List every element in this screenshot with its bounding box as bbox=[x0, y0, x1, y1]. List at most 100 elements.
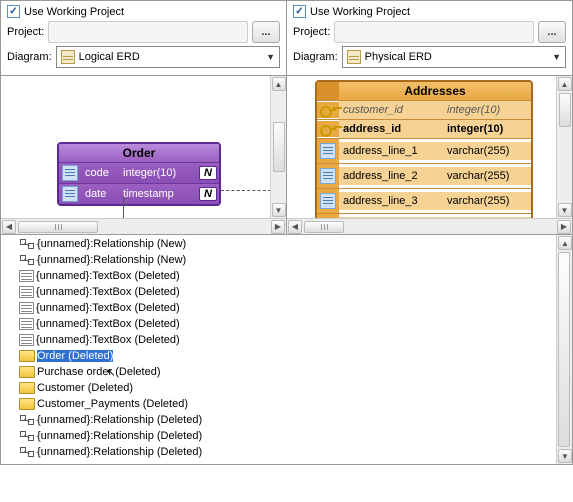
tree-item[interactable]: {unnamed}:TextBox (Deleted) bbox=[3, 332, 554, 348]
vertical-scrollbar[interactable]: ▲ ▼ bbox=[556, 76, 572, 218]
left-panel: ✓ Use Working Project Project: ... Diagr… bbox=[1, 1, 287, 75]
cursor-icon: ↖ bbox=[107, 366, 116, 379]
right-canvas[interactable]: Addresses customer_idinteger(10)address_… bbox=[287, 76, 572, 234]
tree-item[interactable]: {unnamed}:Relationship (New) bbox=[3, 252, 554, 268]
tree-item[interactable]: {unnamed}:Relationship (New) bbox=[3, 236, 554, 252]
tree-item[interactable]: {unnamed}:Relationship (Deleted) bbox=[3, 428, 554, 444]
tree-item[interactable]: {unnamed}:Relationship (Deleted) bbox=[3, 412, 554, 428]
column-type: varchar(255) bbox=[443, 167, 531, 185]
entity-column-row[interactable]: datetimestampN bbox=[59, 183, 219, 204]
use-working-checkbox[interactable]: ✓ bbox=[293, 5, 306, 18]
tree-item-label: {unnamed}:Relationship (Deleted) bbox=[37, 414, 202, 426]
horizontal-scrollbar[interactable]: ◀ ▶ bbox=[287, 218, 572, 234]
column-icon bbox=[320, 193, 336, 209]
tree-item-label: {unnamed}:TextBox (Deleted) bbox=[36, 334, 180, 346]
project-input[interactable] bbox=[334, 21, 534, 43]
tree-item-label: {unnamed}:Relationship (Deleted) bbox=[37, 446, 202, 458]
diagram-label: Diagram: bbox=[7, 51, 52, 63]
left-canvas[interactable]: Order codeinteger(10)NdatetimestampN ▲ ▼… bbox=[1, 76, 287, 234]
textbox-icon bbox=[19, 334, 34, 346]
textbox-icon bbox=[19, 286, 34, 298]
tree-item-label: Order (Deleted) bbox=[37, 350, 113, 362]
column-name: customer_id bbox=[339, 101, 443, 119]
tree-item-label: {unnamed}:TextBox (Deleted) bbox=[36, 318, 180, 330]
entity-icon bbox=[19, 350, 35, 362]
entity-icon bbox=[19, 382, 35, 394]
project-input[interactable] bbox=[48, 21, 248, 43]
scroll-thumb[interactable] bbox=[18, 221, 98, 233]
nullable-badge: N bbox=[199, 166, 217, 180]
changes-tree[interactable]: {unnamed}:Relationship (New) {unnamed}:Re… bbox=[1, 235, 556, 464]
browse-project-button[interactable]: ... bbox=[538, 21, 566, 43]
vertical-scrollbar[interactable]: ▲ ▼ bbox=[270, 76, 286, 218]
scroll-thumb[interactable] bbox=[559, 93, 571, 127]
tree-item[interactable]: Customer (Deleted) bbox=[3, 380, 554, 396]
tree-item-label: {unnamed}:Relationship (New) bbox=[37, 254, 186, 266]
column-icon bbox=[62, 186, 78, 202]
diagram-combo[interactable]: Logical ERD ▼ bbox=[56, 46, 280, 68]
scroll-down-icon[interactable]: ▼ bbox=[558, 449, 572, 463]
scroll-down-icon[interactable]: ▼ bbox=[272, 203, 286, 217]
textbox-icon bbox=[19, 318, 34, 330]
column-name: code bbox=[81, 164, 119, 182]
scroll-up-icon[interactable]: ▲ bbox=[558, 77, 572, 91]
entity-column-row[interactable]: customer_idinteger(10) bbox=[317, 100, 531, 119]
tree-item[interactable]: {unnamed}:TextBox (Deleted) bbox=[3, 284, 554, 300]
diagram-label: Diagram: bbox=[293, 51, 338, 63]
entity-order[interactable]: Order codeinteger(10)NdatetimestampN bbox=[57, 142, 221, 206]
scroll-right-icon[interactable]: ▶ bbox=[271, 220, 285, 234]
relationship-icon bbox=[19, 253, 35, 267]
scroll-down-icon[interactable]: ▼ bbox=[558, 203, 572, 217]
entity-column-row[interactable]: address_idinteger(10) bbox=[317, 119, 531, 138]
use-working-label: Use Working Project bbox=[24, 6, 124, 18]
scroll-thumb[interactable] bbox=[304, 221, 344, 233]
tree-item[interactable]: {unnamed}:TextBox (Deleted) bbox=[3, 268, 554, 284]
scroll-thumb[interactable] bbox=[558, 252, 570, 447]
use-working-label: Use Working Project bbox=[310, 6, 410, 18]
tree-item[interactable]: Purchase order (Deleted)↖ bbox=[3, 364, 554, 380]
tree-item[interactable]: Customer_Payments (Deleted) bbox=[3, 396, 554, 412]
entity-column-row[interactable]: address_line_3varchar(255) bbox=[317, 188, 531, 213]
chevron-down-icon: ▼ bbox=[552, 52, 561, 62]
foreign-key-icon bbox=[320, 104, 336, 116]
tree-item-label: Purchase order (Deleted) bbox=[37, 366, 161, 378]
tree-item[interactable]: {unnamed}:Relationship (Deleted) bbox=[3, 444, 554, 460]
scroll-right-icon[interactable]: ▶ bbox=[557, 220, 571, 234]
scroll-left-icon[interactable]: ◀ bbox=[2, 220, 16, 234]
column-name: address_id bbox=[339, 120, 443, 138]
textbox-icon bbox=[19, 302, 34, 314]
horizontal-scrollbar[interactable]: ◀ ▶ bbox=[1, 218, 286, 234]
diagram-combo[interactable]: Physical ERD ▼ bbox=[342, 46, 566, 68]
scroll-up-icon[interactable]: ▲ bbox=[272, 77, 286, 91]
tree-item-label: {unnamed}:Relationship (New) bbox=[37, 238, 186, 250]
relationship-icon bbox=[19, 413, 35, 427]
column-icon bbox=[320, 143, 336, 159]
entity-column-row[interactable]: address_line_2varchar(255) bbox=[317, 163, 531, 188]
tree-item-label: Customer (Deleted) bbox=[37, 382, 133, 394]
tree-item[interactable]: {unnamed}:TextBox (Deleted) bbox=[3, 300, 554, 316]
entity-column-row[interactable]: codeinteger(10)N bbox=[59, 162, 219, 183]
tree-item[interactable]: Order (Deleted) bbox=[3, 348, 554, 364]
entity-title: Order bbox=[59, 144, 219, 162]
chevron-down-icon: ▼ bbox=[266, 52, 275, 62]
browse-project-button[interactable]: ... bbox=[252, 21, 280, 43]
textbox-icon bbox=[19, 270, 34, 282]
column-type: varchar(255) bbox=[443, 142, 531, 160]
erd-icon bbox=[61, 50, 75, 64]
vertical-scrollbar[interactable]: ▲ ▼ bbox=[556, 235, 572, 464]
tree-item[interactable]: {unnamed}:TextBox (Deleted) bbox=[3, 316, 554, 332]
scroll-thumb[interactable] bbox=[273, 122, 285, 172]
entity-addresses[interactable]: Addresses customer_idinteger(10)address_… bbox=[315, 80, 533, 234]
scroll-up-icon[interactable]: ▲ bbox=[558, 236, 572, 250]
column-type: integer(10) bbox=[119, 164, 197, 182]
entity-title: Addresses bbox=[339, 82, 531, 100]
scroll-left-icon[interactable]: ◀ bbox=[288, 220, 302, 234]
column-name: address_line_2 bbox=[339, 167, 443, 185]
relationship-icon bbox=[19, 429, 35, 443]
entity-column-row[interactable]: address_line_1varchar(255) bbox=[317, 138, 531, 163]
relationship-icon bbox=[19, 445, 35, 459]
column-type: timestamp bbox=[119, 185, 197, 203]
use-working-checkbox[interactable]: ✓ bbox=[7, 5, 20, 18]
primary-key-icon bbox=[320, 123, 336, 135]
column-name: address_line_1 bbox=[339, 142, 443, 160]
